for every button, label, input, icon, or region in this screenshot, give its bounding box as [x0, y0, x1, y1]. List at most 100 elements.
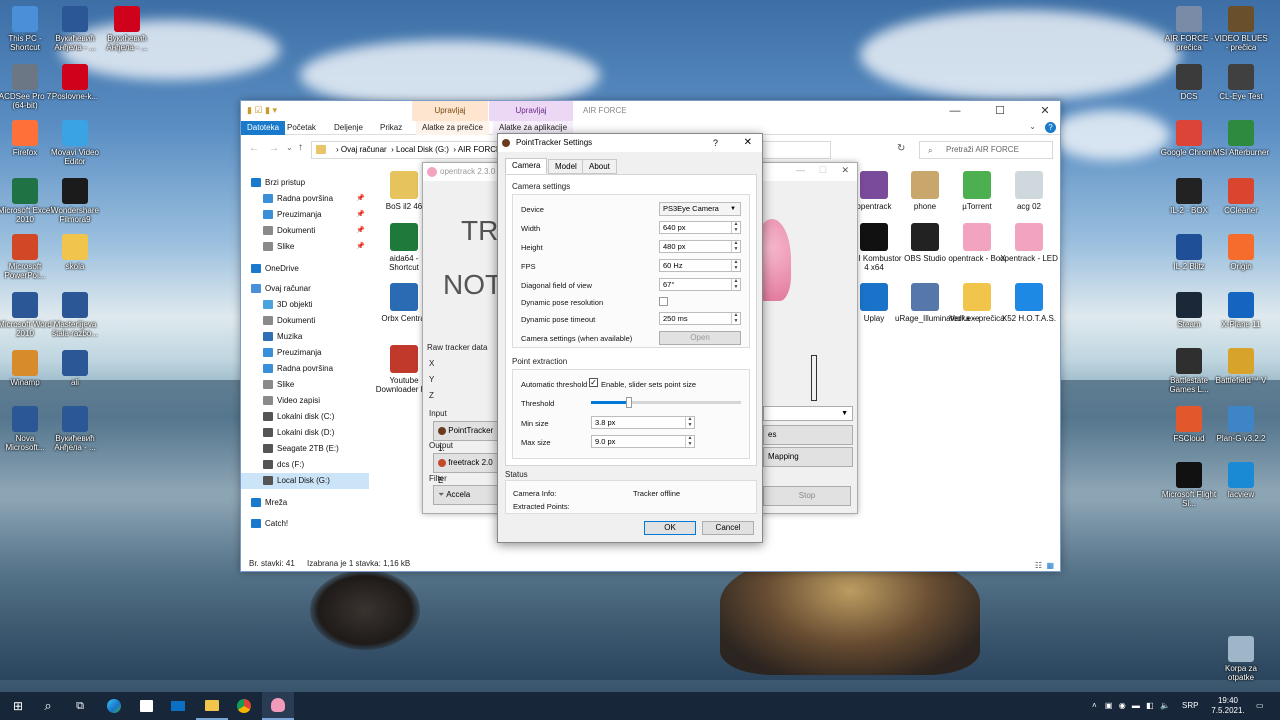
desktop-shortcut[interactable]: MSI Afterburner [1212, 120, 1270, 157]
desktop-shortcut[interactable]: ali [46, 350, 104, 387]
spin-arrows-icon[interactable]: ▲ ▼ [685, 435, 694, 447]
tab-about[interactable]: About [582, 159, 617, 174]
file-item[interactable]: µTorrent [947, 171, 1007, 211]
desktop-shortcut[interactable]: Movavi Video Editor [46, 120, 104, 166]
desktop-shortcut[interactable]: Plan-G v3.2.2 [1212, 406, 1270, 443]
desktop-shortcut[interactable]: Вукићевић Анђела - ... [46, 6, 104, 52]
help-button[interactable]: ? [713, 134, 718, 152]
help-icon[interactable]: ? [1045, 122, 1056, 133]
ribbon-expand-icon[interactable]: ⌄ [1029, 122, 1036, 131]
desktop-shortcut[interactable]: Poslovne-k... [46, 64, 104, 101]
sidebar-item[interactable]: Brzi pristup [241, 175, 369, 191]
desktop-shortcut[interactable]: FSCloud [1160, 406, 1218, 443]
opentrack-close-button[interactable]: ✕ [841, 165, 849, 176]
sidebar-item[interactable]: Preuzimanja [241, 345, 369, 361]
sidebar-item[interactable]: 3D objekti [241, 297, 369, 313]
clock[interactable]: 19:40 7.5.2021. [1206, 692, 1250, 720]
pin-icon[interactable]: 📌 [356, 223, 365, 239]
tray-icons[interactable]: ˄ ▣ ◉ ▬ ◧ 🔈 [1092, 692, 1170, 720]
pointtracker-settings-dialog[interactable]: PointTracker Settings ? ✕ Camera Model A… [497, 133, 763, 543]
volume-icon[interactable]: ◉ [1119, 701, 1126, 710]
refresh-icon[interactable]: ↻ [897, 143, 905, 154]
ribbon-context-tab-shortcut[interactable]: Upravljaj [412, 101, 488, 121]
sidebar-item[interactable]: Slike [241, 377, 369, 393]
sidebar-item[interactable]: Video zapisi [241, 393, 369, 409]
tab-shortcut-tools[interactable]: Alatke za prečice [416, 121, 489, 135]
desktop-shortcut[interactable]: IL-2 Blitz [1160, 234, 1218, 271]
sidebar-item[interactable]: Seagate 2TB (E:) [241, 441, 369, 457]
opentrack-maximize-button[interactable]: ☐ [819, 165, 827, 176]
pin-icon[interactable]: 📌 [356, 191, 365, 207]
sidebar-item[interactable]: Muzika [241, 329, 369, 345]
show-hidden-icons-icon[interactable]: ˄ [1092, 701, 1097, 710]
ribbon-context-tab-app[interactable]: Upravljaj [489, 101, 573, 121]
file-item[interactable]: acg 02 [999, 171, 1059, 211]
protocol-select[interactable]: freetrack 2.0 E [433, 453, 499, 485]
taskbar-explorer[interactable] [196, 692, 228, 720]
dialog-titlebar[interactable]: PointTracker Settings ? ✕ [498, 134, 762, 152]
taskbar-opentrack[interactable] [262, 692, 294, 720]
file-item[interactable]: X52 H.O.T.A.S. [999, 283, 1059, 323]
threshold-slider-handle[interactable] [625, 397, 632, 408]
file-item[interactable]: OBS Studio [895, 223, 955, 263]
close-button[interactable]: ✕ [1030, 101, 1060, 121]
network-icon[interactable]: ▣ [1105, 701, 1113, 710]
desktop-shortcut[interactable]: Battlefield™ V [1212, 348, 1270, 385]
start-button[interactable]: ⊞ [2, 692, 34, 720]
stop-button[interactable]: Stop [763, 486, 851, 506]
file-item[interactable]: uRage_Illuminated².exe [895, 283, 980, 323]
search-button[interactable]: ⌕ [32, 692, 64, 720]
dynamic-pose-checkbox[interactable] [659, 297, 668, 306]
desktop-shortcut[interactable]: CCleaner [1212, 178, 1270, 215]
desktop-shortcut[interactable]: IL-2 - BOX [1160, 178, 1218, 215]
pin-icon[interactable]: 📌 [356, 207, 365, 223]
desktop-shortcut[interactable]: Microsoft Flight Si... [1160, 462, 1218, 508]
mapping-button[interactable]: Mapping [763, 447, 853, 467]
file-item[interactable]: phone [895, 171, 955, 211]
app-tray-icon[interactable]: ▬ [1132, 701, 1140, 710]
desktop-shortcut[interactable]: Battlestate Games L... [1160, 348, 1218, 394]
sidebar-item[interactable]: Radna površina [241, 361, 369, 377]
desktop-shortcut[interactable]: DCS [1160, 64, 1218, 101]
shortcuts-button[interactable]: es [763, 425, 853, 445]
desktop-shortcut[interactable]: VIDEO BLUES - prečica [1212, 6, 1270, 52]
recent-locations-icon[interactable]: ⌄ [286, 143, 293, 152]
tab-model[interactable]: Model [548, 159, 584, 174]
sidebar-item[interactable]: Dokumenti [241, 313, 369, 329]
spin-arrows-icon[interactable]: ▲ ▼ [731, 221, 740, 233]
height-spinbox[interactable]: 480 px ▲ ▼ [659, 240, 741, 253]
fps-spinbox[interactable]: 60 Hz ▲ ▼ [659, 259, 741, 272]
max-size-spinbox[interactable]: 9.0 px ▲ ▼ [591, 435, 695, 448]
spin-arrows-icon[interactable]: ▲ ▼ [731, 259, 740, 271]
breadcrumb-drive[interactable]: Local Disk (G:) [396, 145, 449, 154]
file-item[interactable]: opentrack - LED [999, 223, 1059, 263]
sidebar-item[interactable]: Mreža [241, 495, 369, 511]
tiles-view-icon[interactable]: ▦ [1046, 561, 1054, 570]
cancel-button[interactable]: Cancel [702, 521, 754, 535]
file-item[interactable]: opentrack - BoX [947, 223, 1007, 263]
task-view-button[interactable]: ⧉ [64, 692, 96, 720]
spin-arrows-icon[interactable]: ▲ ▼ [731, 278, 740, 290]
sidebar-item[interactable]: Dokumenti 📌 [241, 223, 369, 239]
tab-camera[interactable]: Camera [505, 158, 548, 174]
breadcrumb[interactable]: › Ovaj računar › Local Disk (G:) › AIR F… [336, 145, 501, 154]
language-indicator[interactable]: SRP [1182, 692, 1198, 720]
sidebar-item[interactable]: Catch! [241, 516, 369, 532]
taskbar-mail[interactable] [162, 692, 194, 720]
opentrack-minimize-button[interactable]: — [796, 165, 805, 175]
sidebar-item[interactable]: dcs (F:) [241, 457, 369, 473]
up-arrow-icon[interactable]: ↑ [298, 142, 303, 153]
sidebar-item[interactable]: Slike 📌 [241, 239, 369, 255]
sidebar-item[interactable]: Ovaj računar [241, 281, 369, 297]
desktop-shortcut[interactable]: Origin [1212, 234, 1270, 271]
explorer-titlebar[interactable]: ▮ ☑ ▮ ▾ Upravljaj Upravljaj AIR FORCE — … [241, 101, 1060, 121]
desktop-shortcut[interactable]: X-Plane 11 [1212, 292, 1270, 329]
back-arrow-icon[interactable]: ← [249, 143, 259, 154]
dialog-close-button[interactable]: ✕ [744, 134, 752, 152]
details-view-icon[interactable]: ☷ [1035, 561, 1042, 570]
breadcrumb-folder[interactable]: AIR FORCE [458, 145, 502, 154]
width-spinbox[interactable]: 640 px ▲ ▼ [659, 221, 741, 234]
desktop-shortcut[interactable]: Steam [1160, 292, 1218, 329]
file-item[interactable]: Verka – prečica [947, 283, 1007, 323]
sidebar-item[interactable]: Preuzimanja 📌 [241, 207, 369, 223]
